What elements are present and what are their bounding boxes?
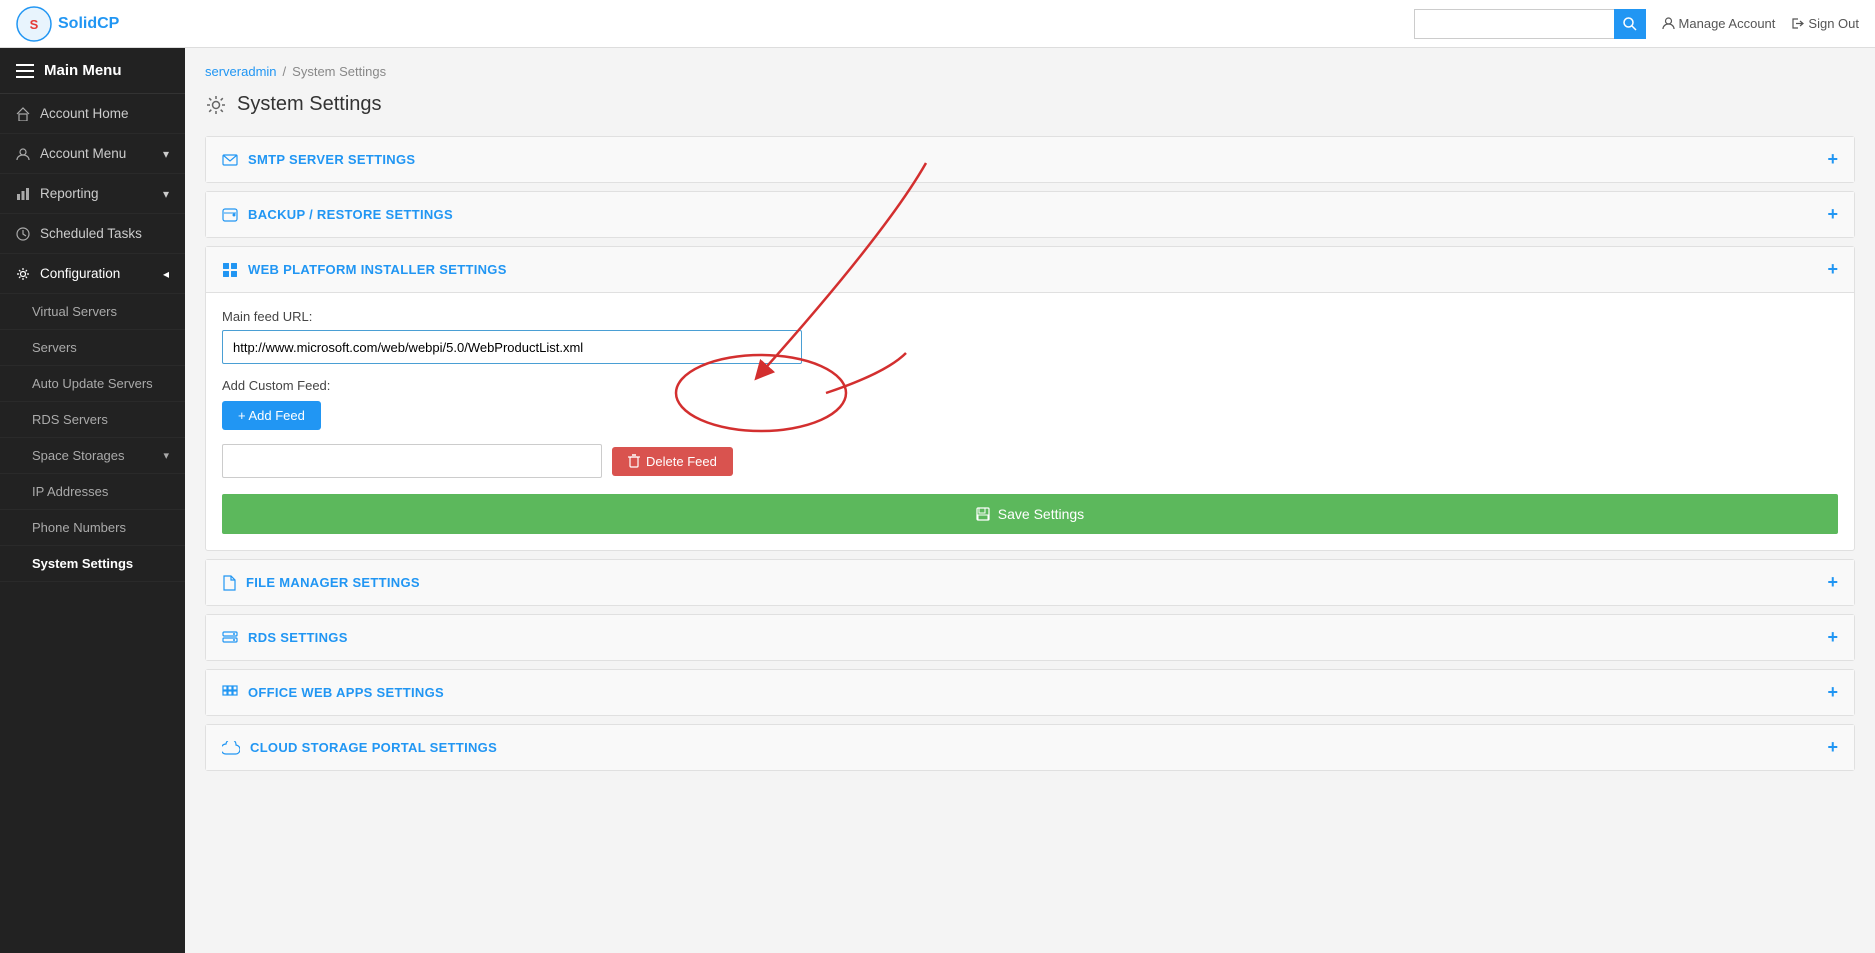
rds-expand-icon: + — [1827, 627, 1838, 648]
search-icon — [1623, 17, 1637, 31]
hdd-icon — [222, 208, 238, 222]
windows-icon — [222, 262, 238, 278]
account-menu-chevron: ▾ — [163, 147, 169, 161]
config-chevron: ◂ — [163, 267, 169, 281]
add-custom-feed-group: Add Custom Feed: + Add Feed — [222, 378, 1838, 430]
config-icon — [16, 267, 30, 281]
server-icon — [222, 631, 238, 645]
backup-accordion-header[interactable]: BACKUP / RESTORE SETTINGS + — [206, 192, 1854, 237]
cloudstorage-accordion-header[interactable]: CLOUD STORAGE PORTAL SETTINGS + — [206, 725, 1854, 770]
rds-accordion-header[interactable]: RDS SETTINGS + — [206, 615, 1854, 660]
main-content: serveradmin / System Settings System Set… — [185, 48, 1875, 953]
rds-title: RDS SETTINGS — [222, 630, 348, 645]
backup-accordion: BACKUP / RESTORE SETTINGS + — [205, 191, 1855, 238]
sidebar-sub-item-auto-update-servers[interactable]: Auto Update Servers — [0, 366, 185, 402]
sidebar-sub-item-servers[interactable]: Servers — [0, 330, 185, 366]
webpi-title: WEB PLATFORM INSTALLER SETTINGS — [222, 262, 507, 278]
cloud-icon — [222, 741, 240, 755]
webpi-accordion-body: Main feed URL: Add Custom Feed: + Add Fe… — [206, 292, 1854, 550]
main-feed-group: Main feed URL: — [222, 309, 1838, 364]
logo-text: SolidCP — [58, 15, 119, 33]
user-icon — [1662, 17, 1675, 30]
smtp-expand-icon: + — [1827, 149, 1838, 170]
main-menu-header: Main Menu — [0, 48, 185, 94]
add-feed-button[interactable]: + Add Feed — [222, 401, 321, 430]
webpi-accordion-header[interactable]: WEB PLATFORM INSTALLER SETTINGS + — [206, 247, 1854, 292]
solidcp-logo: S — [16, 6, 52, 42]
filemanager-title: FILE MANAGER SETTINGS — [222, 575, 420, 591]
sidebar: Main Menu Account Home Account Menu ▾ Re… — [0, 48, 185, 953]
logo[interactable]: S SolidCP — [16, 6, 119, 42]
save-icon — [976, 507, 990, 521]
smtp-accordion-header[interactable]: SMTP SERVER SETTINGS + — [206, 137, 1854, 182]
breadcrumb-serveradmin[interactable]: serveradmin — [205, 64, 277, 79]
sidebar-sub-item-ip-addresses[interactable]: IP Addresses — [0, 474, 185, 510]
bar-chart-icon — [16, 187, 30, 201]
user-circle-icon — [16, 147, 30, 161]
add-custom-feed-label: Add Custom Feed: — [222, 378, 1838, 393]
top-nav: S SolidCP Manage Account Sign Out — [0, 0, 1875, 48]
sidebar-item-reporting[interactable]: Reporting ▾ — [0, 174, 185, 214]
space-storages-chevron: ▾ — [163, 449, 169, 462]
sidebar-sub-item-rds-servers[interactable]: RDS Servers — [0, 402, 185, 438]
breadcrumb-current: System Settings — [292, 64, 386, 79]
search-box — [1414, 9, 1646, 39]
search-button[interactable] — [1614, 9, 1646, 39]
smtp-accordion: SMTP SERVER SETTINGS + — [205, 136, 1855, 183]
grid-icon — [222, 685, 238, 701]
sidebar-item-account-home[interactable]: Account Home — [0, 94, 185, 134]
custom-feed-row: Delete Feed — [222, 444, 1838, 478]
home-icon — [16, 107, 30, 121]
hamburger-icon — [16, 64, 34, 78]
delete-feed-button[interactable]: Delete Feed — [612, 447, 733, 476]
sidebar-sub-item-space-storages[interactable]: Space Storages ▾ — [0, 438, 185, 474]
webpi-accordion: WEB PLATFORM INSTALLER SETTINGS + — [205, 246, 1855, 551]
cloudstorage-accordion: CLOUD STORAGE PORTAL SETTINGS + — [205, 724, 1855, 771]
main-feed-label: Main feed URL: — [222, 309, 1838, 324]
sidebar-sub-item-phone-numbers[interactable]: Phone Numbers — [0, 510, 185, 546]
officewebapps-title: OFFICE WEB APPS SETTINGS — [222, 685, 444, 701]
rds-accordion: RDS SETTINGS + — [205, 614, 1855, 661]
filemanager-accordion: FILE MANAGER SETTINGS + — [205, 559, 1855, 606]
officewebapps-expand-icon: + — [1827, 682, 1838, 703]
main-feed-input[interactable] — [222, 330, 802, 364]
save-settings-button[interactable]: Save Settings — [222, 494, 1838, 534]
svg-text:S: S — [30, 17, 39, 32]
page-title: System Settings — [237, 93, 382, 116]
officewebapps-accordion: OFFICE WEB APPS SETTINGS + — [205, 669, 1855, 716]
top-nav-right: Manage Account Sign Out — [1414, 9, 1859, 39]
file-icon — [222, 575, 236, 591]
breadcrumb: serveradmin / System Settings — [205, 64, 1855, 79]
envelope-icon — [222, 154, 238, 166]
reporting-chevron: ▾ — [163, 187, 169, 201]
cloudstorage-expand-icon: + — [1827, 737, 1838, 758]
page-header: System Settings — [205, 93, 1855, 116]
manage-account-link[interactable]: Manage Account — [1662, 16, 1776, 31]
backup-expand-icon: + — [1827, 204, 1838, 225]
sign-out-link[interactable]: Sign Out — [1791, 16, 1859, 31]
filemanager-expand-icon: + — [1827, 572, 1838, 593]
officewebapps-accordion-header[interactable]: OFFICE WEB APPS SETTINGS + — [206, 670, 1854, 715]
cloudstorage-title: CLOUD STORAGE PORTAL SETTINGS — [222, 740, 497, 755]
clock-icon — [16, 227, 30, 241]
sidebar-item-account-menu[interactable]: Account Menu ▾ — [0, 134, 185, 174]
trash-icon — [628, 454, 640, 468]
layout: Main Menu Account Home Account Menu ▾ Re… — [0, 48, 1875, 953]
backup-title: BACKUP / RESTORE SETTINGS — [222, 207, 453, 222]
settings-gear-icon — [205, 94, 227, 116]
sidebar-sub-item-system-settings[interactable]: System Settings — [0, 546, 185, 582]
smtp-title: SMTP SERVER SETTINGS — [222, 152, 415, 167]
signout-icon — [1791, 17, 1804, 30]
breadcrumb-separator: / — [283, 64, 287, 79]
filemanager-accordion-header[interactable]: FILE MANAGER SETTINGS + — [206, 560, 1854, 605]
sidebar-item-scheduled-tasks[interactable]: Scheduled Tasks — [0, 214, 185, 254]
sidebar-item-configuration[interactable]: Configuration ◂ — [0, 254, 185, 294]
custom-feed-input[interactable] — [222, 444, 602, 478]
sidebar-sub-item-virtual-servers[interactable]: Virtual Servers — [0, 294, 185, 330]
webpi-expand-icon: + — [1827, 259, 1838, 280]
search-input[interactable] — [1414, 9, 1614, 39]
